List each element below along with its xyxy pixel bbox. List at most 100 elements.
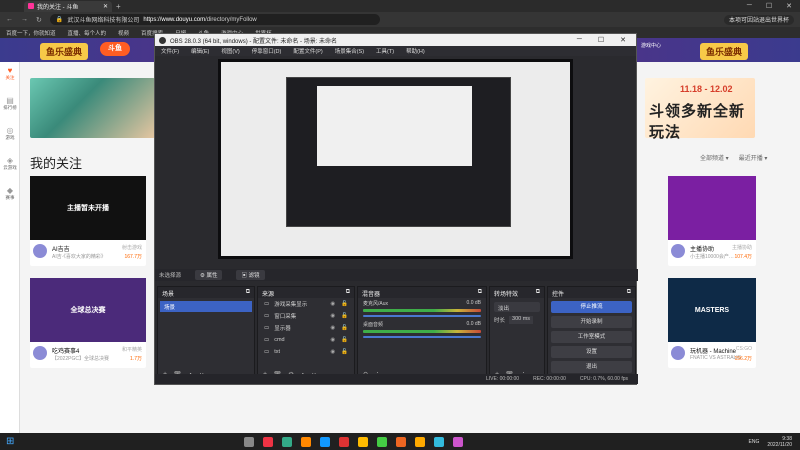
lock-icon[interactable]: 🔓 xyxy=(341,325,348,331)
bookmark-item[interactable]: 百度一下，你就知道 xyxy=(6,29,56,37)
visibility-icon[interactable]: ◉ xyxy=(330,313,335,319)
visibility-icon[interactable]: ◉ xyxy=(330,301,335,307)
language-indicator[interactable]: ENG xyxy=(749,439,760,445)
obs-menu-item[interactable]: 编辑(E) xyxy=(191,47,209,55)
scene-item[interactable]: 场景 xyxy=(160,301,252,312)
taskbar-app-icon[interactable] xyxy=(396,436,407,447)
category-tag[interactable]: 射击游戏 xyxy=(122,244,142,251)
control-button[interactable]: 设置 xyxy=(551,346,632,358)
lock-icon[interactable]: 🔓 xyxy=(341,337,348,343)
obs-menu-item[interactable]: 文件(F) xyxy=(161,47,179,55)
banner-right[interactable]: 11.18 - 12.02 斗领多新全新玩法 xyxy=(645,78,755,141)
url-field[interactable]: 🔒 武汉斗鱼网络科技有限公司 https://www.douyu.com/dir… xyxy=(49,14,380,25)
control-button[interactable]: 工作室模式 xyxy=(551,331,632,343)
stream-thumbnail[interactable]: MASTERS xyxy=(668,278,756,342)
obs-minimize-icon[interactable]: ─ xyxy=(577,36,582,44)
duration-input[interactable]: 300 ms xyxy=(509,316,534,324)
clock[interactable]: 9:38 2022/11/20 xyxy=(767,436,792,448)
obs-menu-item[interactable]: 工具(T) xyxy=(376,47,394,55)
control-button[interactable]: 停止推流 xyxy=(551,301,632,313)
obs-menu-item[interactable]: 停靠窗口(D) xyxy=(252,47,282,55)
lock-icon[interactable]: 🔓 xyxy=(341,349,348,355)
taskbar-app-icon[interactable] xyxy=(282,436,293,447)
start-icon[interactable]: ⊞ xyxy=(6,436,14,447)
obs-menu-item[interactable]: 场景集合(S) xyxy=(335,47,364,55)
obs-menu-item[interactable]: 帮助(H) xyxy=(406,47,425,55)
dock-float-icon[interactable]: ⧉ xyxy=(246,289,250,296)
taskbar-app-icon[interactable] xyxy=(339,436,350,447)
browser-tab[interactable]: 我的关注 - 斗鱼 ✕ xyxy=(24,0,112,12)
source-item[interactable]: ▭ 窗口采集 ◉ 🔓 xyxy=(258,310,354,322)
visibility-icon[interactable]: ◉ xyxy=(330,325,335,331)
stream-card[interactable]: 主播暂未开播 AI吉吉 AI吉·《喜欢大家的精彩》 射击游戏 167.7万 xyxy=(30,176,146,266)
event-logo-right[interactable]: 鱼乐盛典 xyxy=(700,43,749,60)
volume-slider[interactable] xyxy=(363,336,481,338)
visibility-icon[interactable]: ◉ xyxy=(330,349,335,355)
avatar[interactable] xyxy=(33,346,47,360)
left-nav-item[interactable]: ▤ 排行榜 xyxy=(0,92,20,122)
dock-float-icon[interactable]: ⧉ xyxy=(346,289,350,296)
source-item[interactable]: ▭ txt ◉ 🔓 xyxy=(258,346,354,358)
taskbar-app-icon[interactable] xyxy=(358,436,369,447)
maximize-icon[interactable]: ☐ xyxy=(766,2,772,10)
avatar[interactable] xyxy=(33,244,47,258)
avatar[interactable] xyxy=(671,346,685,360)
lock-icon[interactable]: 🔓 xyxy=(341,313,348,319)
taskbar-app-icon[interactable] xyxy=(301,436,312,447)
left-nav-item[interactable]: ♥ 关注 xyxy=(0,62,20,92)
volume-slider[interactable] xyxy=(363,315,481,317)
transition-select[interactable]: 淡出 xyxy=(494,302,540,312)
taskbar-app-icon[interactable] xyxy=(377,436,388,447)
douyu-logo[interactable]: 斗鱼 xyxy=(100,42,130,56)
category-tag[interactable]: CS:GO xyxy=(736,346,752,352)
lock-icon[interactable]: 🔓 xyxy=(341,301,348,307)
back-icon[interactable]: ← xyxy=(6,16,13,23)
stream-card[interactable]: 主播协助 小主播10000会产… 主播协助 107.4万 xyxy=(668,176,756,266)
forward-icon[interactable]: → xyxy=(21,16,28,23)
left-nav-item[interactable]: ◎ 游戏 xyxy=(0,122,20,152)
minimize-icon[interactable]: ─ xyxy=(747,2,752,10)
obs-menu-item[interactable]: 视图(V) xyxy=(221,47,239,55)
dock-float-icon[interactable]: ⧉ xyxy=(536,289,540,296)
taskbar-app-icon[interactable] xyxy=(453,436,464,447)
new-tab-button[interactable]: + xyxy=(116,2,121,11)
extension-pill[interactable]: 本项可因站退出世界杯 xyxy=(723,14,794,25)
visibility-icon[interactable]: ◉ xyxy=(330,337,335,343)
dock-float-icon[interactable]: ⧉ xyxy=(478,289,482,296)
bookmark-item[interactable]: 视频 xyxy=(118,29,129,37)
category-tag[interactable]: 和平精英 xyxy=(122,346,142,353)
close-window-icon[interactable]: ✕ xyxy=(786,2,792,10)
taskbar-app-icon[interactable] xyxy=(434,436,445,447)
game-center-link[interactable]: 游戏中心 xyxy=(636,42,666,49)
taskbar-app-icon[interactable] xyxy=(263,436,274,447)
control-button[interactable]: 开始录制 xyxy=(551,316,632,328)
banner-left[interactable] xyxy=(30,78,155,138)
left-nav-item[interactable]: ◆ 赛事 xyxy=(0,182,20,212)
taskbar-app-icon[interactable] xyxy=(244,436,255,447)
avatar[interactable] xyxy=(671,244,685,258)
control-button[interactable]: 退出 xyxy=(551,361,632,373)
dock-float-icon[interactable]: ⧉ xyxy=(627,289,631,296)
taskbar-app-icon[interactable] xyxy=(320,436,331,447)
close-tab-icon[interactable]: ✕ xyxy=(103,3,108,10)
channel-filter[interactable]: 全部频道 ▾ xyxy=(700,153,729,162)
event-logo-left[interactable]: 鱼乐盛典 xyxy=(40,43,89,60)
streamer-name[interactable]: 玩机器 - Machine xyxy=(690,346,736,355)
stream-card[interactable]: MASTERS 玩机器 - Machine FNATIC VS ASTRALIS CS… xyxy=(668,278,756,368)
stream-card[interactable]: 全球总决赛 吃鸡赛事4 【2022PGC】全球总决赛 和平精英 1.7万 xyxy=(30,278,146,368)
left-nav-item[interactable]: ◈ 云游戏 xyxy=(0,152,20,182)
obs-preview[interactable] xyxy=(218,59,573,259)
stream-thumbnail[interactable]: 主播暂未开播 xyxy=(30,176,146,240)
category-tag[interactable]: 主播协助 xyxy=(732,244,752,251)
obs-close-icon[interactable]: ✕ xyxy=(620,36,626,44)
obs-maximize-icon[interactable]: ☐ xyxy=(598,36,604,44)
streamer-name[interactable]: 主播协助 xyxy=(690,244,714,253)
source-item[interactable]: ▭ cmd ◉ 🔓 xyxy=(258,334,354,346)
obs-menu-item[interactable]: 配置文件(P) xyxy=(293,47,322,55)
properties-button[interactable]: ⚙ 属性 xyxy=(195,270,223,280)
source-item[interactable]: ▭ 显示器 ◉ 🔓 xyxy=(258,322,354,334)
source-item[interactable]: ▭ 游戏采集显示 ◉ 🔓 xyxy=(258,298,354,310)
streamer-name[interactable]: 吃鸡赛事4 xyxy=(52,346,79,355)
reload-icon[interactable]: ↻ xyxy=(36,16,42,24)
streamer-name[interactable]: AI吉吉 xyxy=(52,244,70,253)
